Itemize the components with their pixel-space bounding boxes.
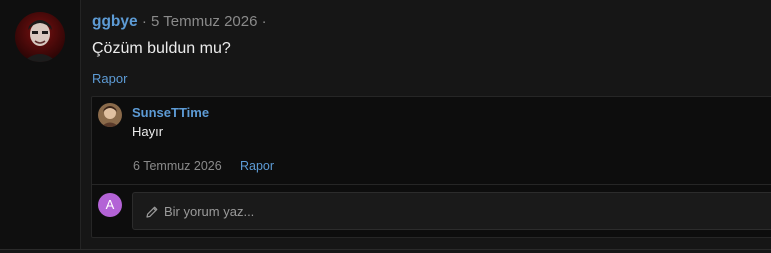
post-body-text: Çözüm buldun mu? [92,40,231,57]
avatar-photo-icon [98,103,122,127]
pencil-icon [146,206,158,218]
post-date[interactable]: 5 Temmuz 2026 [151,13,257,30]
bottom-divider [0,249,771,250]
post-header: ggbye · 5 Temmuz 2026 · [92,12,267,32]
post-author-name[interactable]: ggbye [92,13,138,30]
reply-body-text: Hayır [132,124,164,139]
post-author-avatar[interactable] [15,12,65,62]
reply-date[interactable]: 6 Temmuz 2026 [133,159,222,173]
comment-placeholder: Bir yorum yaz... [164,204,255,219]
post-report-link[interactable]: Rapor [92,71,127,86]
header-separator: · [141,13,147,30]
reply-report-link[interactable]: Rapor [240,159,274,173]
reply-divider [91,184,771,185]
reply-author-name[interactable]: SunseTTime [132,105,209,120]
current-user-avatar: A [98,193,122,217]
header-trailing-separator: · [261,13,267,30]
comment-input[interactable]: Bir yorum yaz... [132,192,771,230]
avatar-photo-icon [15,12,65,62]
reply-author-avatar[interactable] [98,103,122,127]
